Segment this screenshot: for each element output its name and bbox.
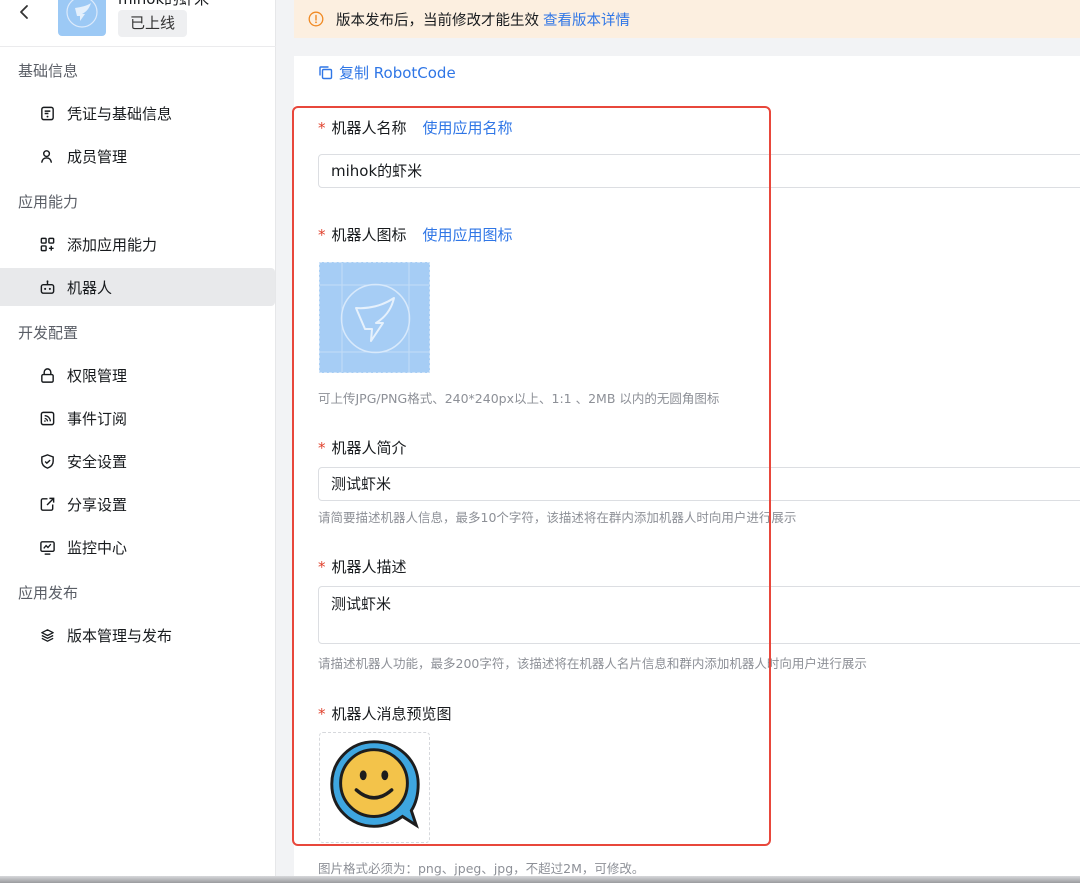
app-logo <box>58 0 106 36</box>
robot-form-panel: 复制 RobotCode * 机器人名称 使用应用名称 mihok的虾米 * 机器人图… <box>294 56 1080 883</box>
lock-icon <box>38 366 56 384</box>
robot-name-label: 机器人名称 <box>331 119 407 137</box>
app-logo-icon <box>320 263 429 372</box>
main-content: 版本发布后，当前修改才能生效 查看版本详情 复制 RobotCode * 机器人名… <box>276 0 1080 883</box>
robot-intro-input[interactable]: 测试虾米 <box>318 467 1080 501</box>
add-capability-icon <box>38 235 56 253</box>
group-title-basic: 基础信息 <box>18 62 79 80</box>
layers-icon <box>38 626 56 644</box>
sidebar-item-label: 版本管理与发布 <box>67 626 173 645</box>
app-status-badge: 已上线 <box>118 10 188 37</box>
robot-name-input[interactable]: mihok的虾米 <box>318 154 1080 188</box>
robot-icon <box>38 278 56 296</box>
rss-icon <box>38 409 56 427</box>
required-mark: * <box>318 119 326 137</box>
sidebar-item-label: 凭证与基础信息 <box>67 104 173 123</box>
warning-icon <box>308 11 324 27</box>
sidebar-item-add-capability[interactable]: 添加应用能力 <box>0 225 275 263</box>
monitor-icon <box>38 538 56 556</box>
credential-icon <box>38 104 56 122</box>
robot-icon-upload[interactable] <box>319 262 430 373</box>
robot-name-label-row: * 机器人名称 使用应用名称 <box>318 117 513 138</box>
robot-preview-hint: 图片格式必须为：png、jpeg、jpg，不超过2M，可修改。 <box>318 861 645 876</box>
copy-icon <box>319 66 333 80</box>
sidebar-item-robot[interactable]: 机器人 <box>0 268 275 306</box>
view-version-link[interactable]: 查看版本详情 <box>543 9 630 30</box>
sidebar-item-permissions[interactable]: 权限管理 <box>0 356 275 394</box>
back-arrow-icon[interactable] <box>14 2 36 24</box>
sidebar-item-label: 添加应用能力 <box>67 235 158 254</box>
app-header: mihok的虾米 已上线 <box>0 0 276 47</box>
robot-icon-hint: 可上传JPG/PNG格式、240*240px以上、1:1 、2MB 以内的无圆角… <box>318 391 720 406</box>
sidebar-item-label: 成员管理 <box>67 147 128 166</box>
group-title-dev: 开发配置 <box>18 324 79 342</box>
sidebar-item-share[interactable]: 分享设置 <box>0 485 275 523</box>
robot-preview-label-row: * 机器人消息预览图 <box>318 703 452 724</box>
robot-intro-label: 机器人简介 <box>331 439 407 457</box>
group-title-release: 应用发布 <box>18 584 79 602</box>
sidebar-item-label: 事件订阅 <box>67 409 128 428</box>
sidebar-item-security[interactable]: 安全设置 <box>0 442 275 480</box>
robot-intro-hint: 请简要描述机器人信息，最多10个字符，该描述将在群内添加机器人时向用户进行展示 <box>318 510 797 525</box>
robot-icon-label-row: * 机器人图标 使用应用图标 <box>318 224 513 245</box>
required-mark: * <box>318 226 326 244</box>
notice-banner: 版本发布后，当前修改才能生效 查看版本详情 <box>294 0 1080 38</box>
share-icon <box>38 495 56 513</box>
bottom-edge <box>0 876 1080 883</box>
sidebar-item-events[interactable]: 事件订阅 <box>0 399 275 437</box>
sidebar-item-versions[interactable]: 版本管理与发布 <box>0 616 275 654</box>
robot-intro-label-row: * 机器人简介 <box>318 437 407 458</box>
sidebar: mihok的虾米 已上线 基础信息 凭证与基础信息 成员管理 应用能力 添加应用… <box>0 0 276 883</box>
sidebar-item-members[interactable]: 成员管理 <box>0 137 275 175</box>
sidebar-item-monitor[interactable]: 监控中心 <box>0 528 275 566</box>
app-name: mihok的虾米 <box>118 0 209 9</box>
robot-desc-hint: 请描述机器人功能，最多200字符，该描述将在机器人名片信息和群内添加机器人时向用… <box>318 656 867 671</box>
sidebar-item-label: 分享设置 <box>67 495 128 514</box>
smiley-chat-icon <box>330 740 420 829</box>
sidebar-item-label: 机器人 <box>67 278 113 297</box>
sidebar-item-credentials[interactable]: 凭证与基础信息 <box>0 94 275 132</box>
robot-preview-label: 机器人消息预览图 <box>331 705 452 723</box>
use-app-name-link[interactable]: 使用应用名称 <box>423 119 513 137</box>
robot-icon-label: 机器人图标 <box>331 226 407 244</box>
robot-desc-label-row: * 机器人描述 <box>318 556 407 577</box>
copy-robotcode-label: 复制 RobotCode <box>339 64 456 82</box>
shield-icon <box>38 452 56 470</box>
required-mark: * <box>318 439 326 457</box>
required-mark: * <box>318 705 326 723</box>
copy-robotcode-link[interactable]: 复制 RobotCode <box>318 62 456 83</box>
robot-desc-label: 机器人描述 <box>331 558 407 576</box>
group-title-capability: 应用能力 <box>18 193 79 211</box>
sidebar-item-label: 监控中心 <box>67 538 128 557</box>
member-icon <box>38 147 56 165</box>
banner-text: 版本发布后，当前修改才能生效 <box>336 12 539 29</box>
sidebar-item-label: 权限管理 <box>67 366 128 385</box>
required-mark: * <box>318 558 326 576</box>
sidebar-item-label: 安全设置 <box>67 452 128 471</box>
use-app-icon-link[interactable]: 使用应用图标 <box>423 226 513 244</box>
robot-preview-upload[interactable] <box>319 732 430 843</box>
robot-desc-textarea[interactable]: 测试虾米 <box>318 586 1080 644</box>
